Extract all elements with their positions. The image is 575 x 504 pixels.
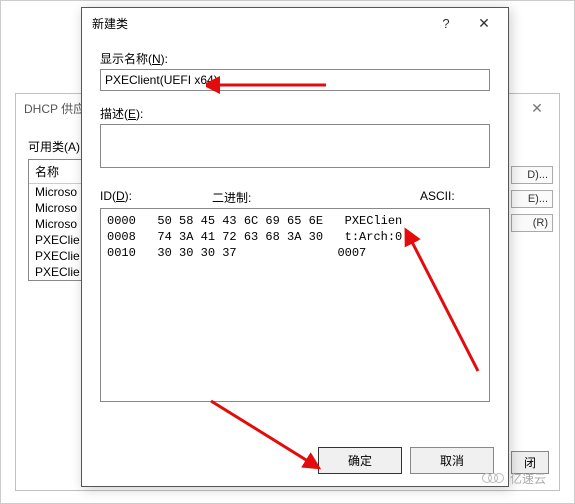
close-icon[interactable]: ✕ [523, 98, 551, 118]
table-row[interactable]: Microso [29, 200, 87, 216]
ascii-label: ASCII: [420, 189, 490, 206]
modal-button-row: 确定 取消 [82, 437, 508, 486]
display-name-label: 显示名称(N): [100, 50, 490, 67]
description-label: 描述(E): [100, 105, 490, 122]
watermark-logo-icon [482, 472, 506, 486]
modal-titlebar: 新建类 ? ✕ [82, 8, 508, 38]
bg-title: DHCP 供应 [24, 100, 85, 117]
modal-body: 显示名称(N): 描述(E): ID(D): 二进制: ASCII: 0000 … [82, 38, 508, 437]
description-input[interactable] [100, 124, 490, 168]
watermark: 亿速云 [482, 470, 546, 487]
remove-button[interactable]: (R) [511, 214, 553, 232]
new-class-dialog: 新建类 ? ✕ 显示名称(N): 描述(E): ID(D): 二进制: ASCI… [81, 7, 509, 487]
ok-button[interactable]: 确定 [318, 447, 402, 474]
col-name-header: 名称 [29, 160, 87, 184]
table-row[interactable]: PXEClie [29, 264, 87, 280]
edit-button[interactable]: E)... [511, 190, 553, 208]
table-row[interactable]: PXEClie [29, 232, 87, 248]
table-row[interactable]: Microso [29, 184, 87, 200]
hex-editor[interactable]: 0000 50 58 45 43 6C 69 65 6E PXEClien 00… [100, 208, 490, 402]
modal-title: 新建类 [92, 15, 428, 32]
close-icon[interactable]: ✕ [464, 15, 504, 32]
id-label: ID(D): [100, 189, 136, 206]
watermark-text: 亿速云 [510, 470, 546, 487]
help-icon[interactable]: ? [428, 16, 464, 31]
binary-label: 二进制: [136, 189, 420, 206]
table-row[interactable]: Microso [29, 216, 87, 232]
display-name-input[interactable] [100, 69, 490, 91]
add-button[interactable]: D)... [511, 166, 553, 184]
bg-side-buttons: D)... E)... (R) [511, 166, 553, 238]
table-row[interactable]: PXEClie [29, 248, 87, 264]
classes-table: 名称 Microso Microso Microso PXEClie PXECl… [28, 159, 88, 281]
hex-header-row: ID(D): 二进制: ASCII: [100, 189, 490, 206]
